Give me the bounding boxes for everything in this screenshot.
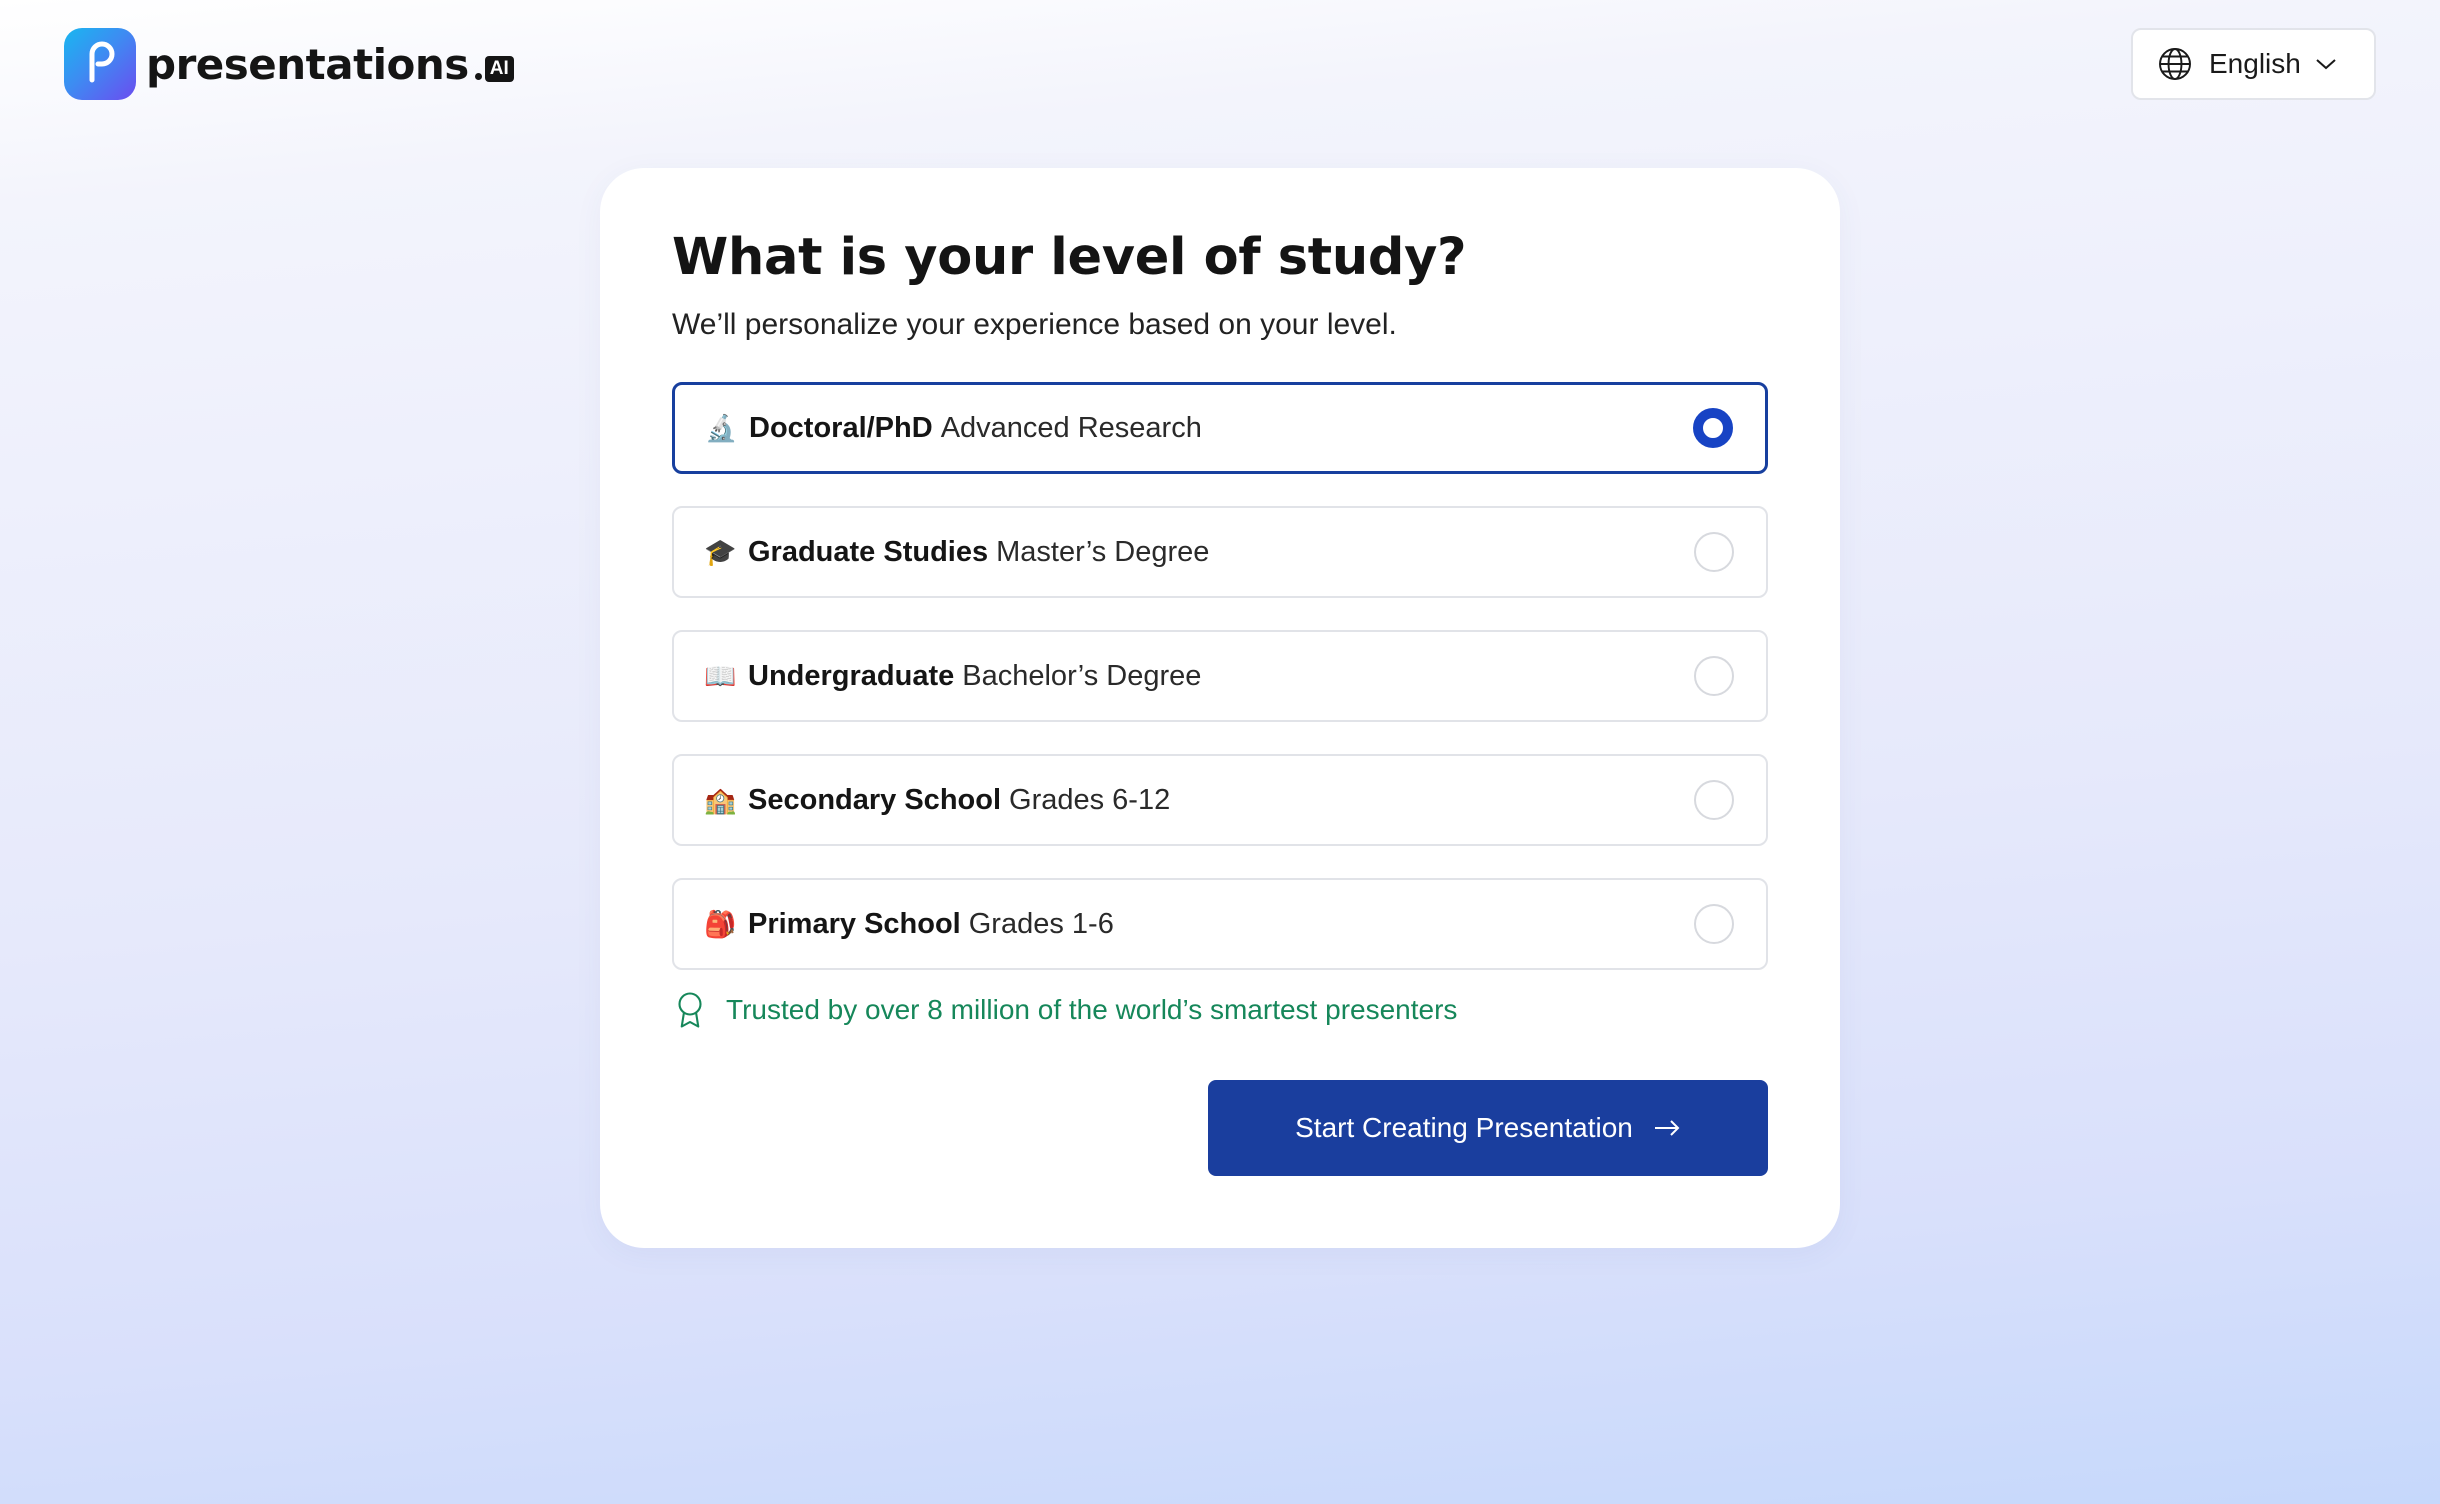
brand-logo[interactable]: presentations AI	[64, 28, 514, 100]
option-graduate[interactable]: 🎓 Graduate Studies Master’s Degree	[672, 506, 1768, 598]
school-icon: 🏫	[704, 785, 737, 815]
option-doctoral[interactable]: 🔬 Doctoral/PhD Advanced Research	[672, 382, 1768, 474]
option-description: Master’s Degree	[996, 535, 1210, 568]
option-title: Doctoral/PhD	[749, 411, 933, 444]
chevron-down-icon	[2315, 57, 2337, 71]
option-undergraduate[interactable]: 📖 Undergraduate Bachelor’s Degree	[672, 630, 1768, 722]
option-description: Grades 1-6	[968, 907, 1114, 940]
logo-p-icon	[64, 28, 136, 100]
option-description: Advanced Research	[940, 411, 1202, 444]
arrow-right-icon	[1653, 1118, 1681, 1138]
start-creating-label: Start Creating Presentation	[1295, 1112, 1633, 1143]
trust-note: Trusted by over 8 million of the world’s…	[672, 990, 1457, 1030]
backpack-icon: 🎒	[704, 909, 737, 939]
option-title: Graduate Studies	[748, 535, 989, 568]
start-creating-button[interactable]: Start Creating Presentation	[1208, 1080, 1768, 1176]
option-primary[interactable]: 🎒 Primary School Grades 1-6	[672, 878, 1768, 970]
award-ribbon-icon	[672, 990, 708, 1030]
microscope-icon: 🔬	[705, 413, 738, 443]
radio-undergraduate[interactable]	[1694, 656, 1734, 696]
option-description: Bachelor’s Degree	[962, 659, 1202, 692]
radio-primary[interactable]	[1694, 904, 1734, 944]
globe-icon	[2157, 46, 2193, 82]
page-title: What is your level of study?	[672, 228, 1467, 287]
page-subtitle: We’ll personalize your experience based …	[672, 308, 1397, 341]
option-description: Grades 6-12	[1009, 783, 1171, 816]
radio-secondary[interactable]	[1694, 780, 1734, 820]
trust-text: Trusted by over 8 million of the world’s…	[726, 994, 1458, 1025]
language-label: English	[2209, 48, 2301, 79]
option-title: Undergraduate	[748, 659, 955, 692]
language-selector[interactable]: English	[2131, 28, 2376, 100]
option-secondary[interactable]: 🏫 Secondary School Grades 6-12	[672, 754, 1768, 846]
study-level-card: What is your level of study? We’ll perso…	[600, 168, 1840, 1248]
radio-doctoral[interactable]	[1693, 408, 1733, 448]
graduation-cap-icon: 🎓	[704, 537, 737, 567]
option-title: Primary School	[748, 907, 961, 940]
brand-name: presentations	[146, 39, 469, 89]
radio-graduate[interactable]	[1694, 532, 1734, 572]
option-title: Secondary School	[748, 783, 1002, 816]
brand-ai-badge: AI	[474, 56, 514, 82]
open-book-icon: 📖	[704, 661, 737, 691]
